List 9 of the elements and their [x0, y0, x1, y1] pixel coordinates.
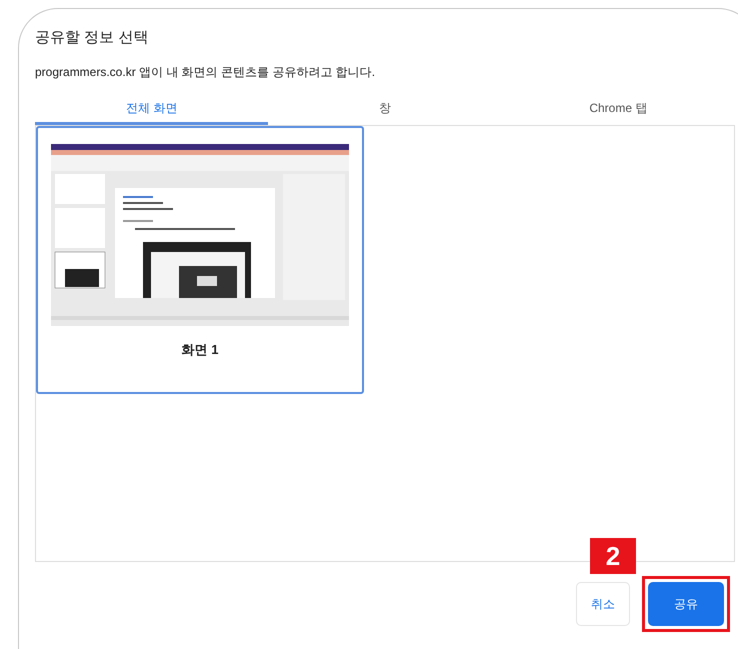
step-number-badge: 2	[590, 538, 636, 574]
screen-option-card[interactable]: 화면 1	[36, 126, 364, 394]
tab[interactable]: 창	[268, 93, 502, 125]
dialog-message: programmers.co.kr 앱이 내 화면의 콘텐츠를 공유하려고 합니다.	[35, 64, 376, 81]
dialog-title: 공유할 정보 선택	[35, 28, 150, 48]
tab[interactable]: Chrome 탭	[502, 93, 735, 125]
screen-label: 화면 1	[182, 341, 218, 359]
cancel-button[interactable]: 취소	[576, 582, 630, 626]
share-button[interactable]: 공유	[648, 582, 724, 626]
